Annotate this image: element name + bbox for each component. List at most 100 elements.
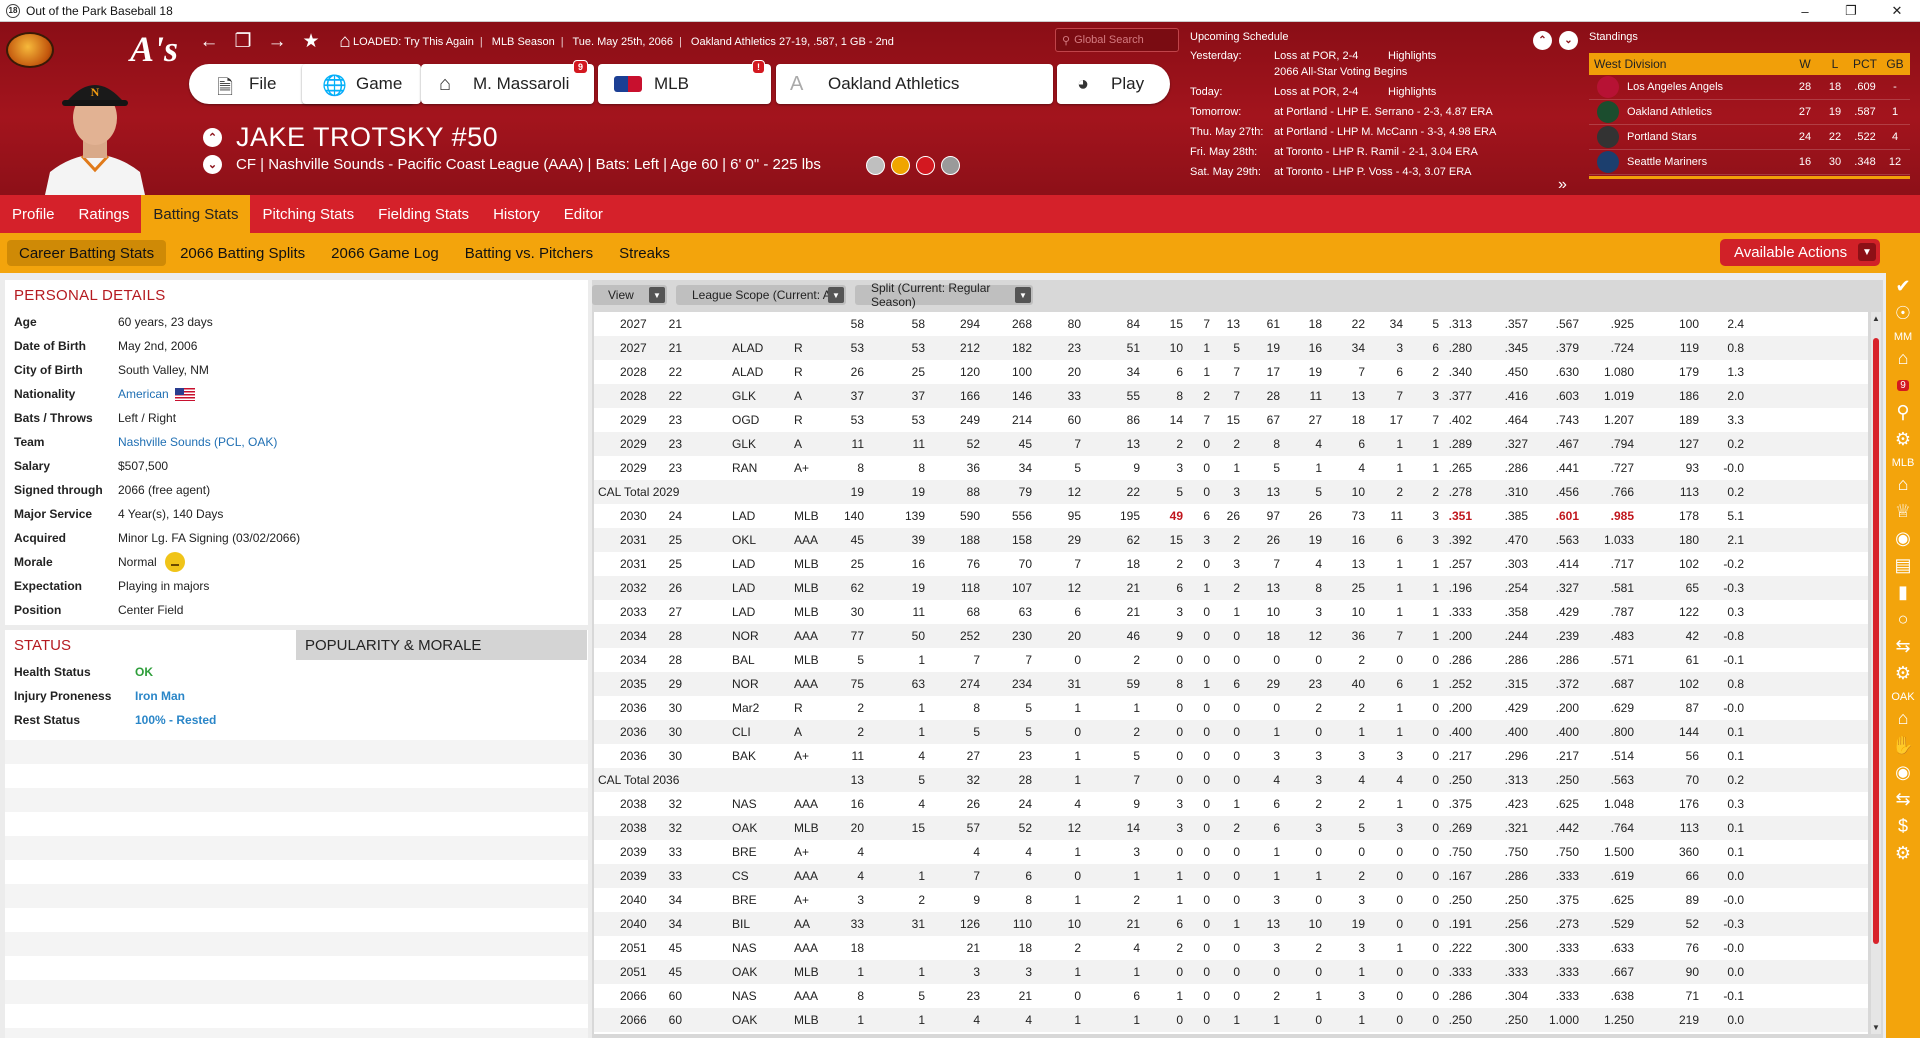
highlights-link[interactable]: Highlights bbox=[1388, 50, 1436, 62]
table-row[interactable]: 2036 30 CLI A 2 1 5 5 0 2 0 0 0 1 0 1 1 0.400.400.400.800… bbox=[594, 720, 1868, 744]
mlb-button[interactable]: MLB ! bbox=[598, 60, 771, 104]
table-row[interactable]: 2030 24 LAD MLB 140 139 590 556 95 195 49 6 26 97 26 73… bbox=[594, 504, 1868, 528]
standings-row[interactable]: Portland Stars 24 22 .522 4 bbox=[1589, 125, 1910, 150]
play-button[interactable]: ◕ Play bbox=[1057, 64, 1170, 104]
team-name[interactable]: Portland Stars bbox=[1627, 131, 1790, 143]
clock-icon[interactable] bbox=[891, 156, 910, 175]
bat-icon[interactable] bbox=[941, 156, 960, 175]
table-cell[interactable]: BRE bbox=[732, 893, 784, 907]
table-cell[interactable]: CS bbox=[732, 869, 784, 883]
chevron-down-icon[interactable]: ⌄ bbox=[1559, 31, 1578, 50]
table-cell[interactable]: NAS bbox=[732, 941, 784, 955]
table-cell[interactable]: LAD bbox=[732, 581, 784, 595]
double-chevron-icon[interactable]: » bbox=[1558, 176, 1567, 194]
table-row[interactable]: 2031 25 OKL AAA 45 39 188 158 29 62 15 3 2 26 19 16 6 3.3… bbox=[594, 528, 1868, 552]
back-arrow-icon[interactable]: ← bbox=[198, 31, 220, 53]
home-icon[interactable]: ⌂ bbox=[1886, 471, 1920, 498]
table-row[interactable]: 2028 22 ALAD R 26 25 120 100 20 34 6 1 7 17 19 7 6 2.340.… bbox=[594, 360, 1868, 384]
tab-fielding-stats[interactable]: Fielding Stats bbox=[366, 195, 481, 233]
bar-chart-icon[interactable]: ▮ bbox=[1886, 579, 1920, 606]
search-icon[interactable]: ⚲ bbox=[1886, 399, 1920, 426]
filter-split-dropdown[interactable]: Split (Current: Regular Season) ▼ bbox=[855, 281, 1033, 309]
table-row[interactable]: 2038 32 OAK MLB 20 15 57 52 12 14 3 0 2 6 3 5 3 0.269.321… bbox=[594, 816, 1868, 840]
table-cell[interactable]: OAK bbox=[732, 965, 784, 979]
detail-value[interactable]: American bbox=[118, 387, 169, 401]
subtab-streaks[interactable]: Streaks bbox=[607, 240, 682, 266]
table-cell[interactable]: OAK bbox=[732, 1013, 784, 1027]
table-row[interactable]: 2039 33 CS AAA 4 1 7 6 0 1 1 0 0 1 1 2 0 0.167.286.333.61… bbox=[594, 864, 1868, 888]
home-icon[interactable]: ⌂ bbox=[1886, 705, 1920, 732]
athletics-logo[interactable]: A's bbox=[130, 28, 178, 70]
table-cell[interactable]: ALAD bbox=[732, 341, 784, 355]
copy-icon[interactable]: ❐ bbox=[232, 30, 254, 53]
transfer-icon[interactable]: ⇆ bbox=[1886, 786, 1920, 813]
subtab-2066-batting-splits[interactable]: 2066 Batting Splits bbox=[168, 240, 317, 266]
subtab-2066-game-log[interactable]: 2066 Game Log bbox=[319, 240, 451, 266]
table-cell[interactable]: RAN bbox=[732, 461, 784, 475]
scroll-up-icon[interactable]: ▲ bbox=[1872, 314, 1880, 323]
table-cell[interactable]: OGD bbox=[732, 413, 784, 427]
table-row[interactable]: 2029 23 RAN A+ 8 8 36 34 5 9 3 0 1 5 1 4 1 1.265.286.441.… bbox=[594, 456, 1868, 480]
table-row[interactable]: 2039 33 BRE A+ 4 4 4 1 3 0 0 0 1 0 0 0 0.750.750.750 1.50… bbox=[594, 840, 1868, 864]
table-cell[interactable]: NAS bbox=[732, 989, 784, 1003]
table-row[interactable]: 2029 23 GLK A 11 11 52 45 7 13 2 0 2 8 4 6 1 1.289.327.46… bbox=[594, 432, 1868, 456]
tab-profile[interactable]: Profile bbox=[0, 195, 67, 233]
table-row[interactable]: 2036 30 Mar2 R 2 1 8 5 1 1 0 0 0 0 2 2 1 0.200.429.200.62… bbox=[594, 696, 1868, 720]
total-row[interactable]: CAL Total 2036 13 5 32 28 1 7 0 0 0 4 3 4 4 0 .250 .313.… bbox=[594, 768, 1868, 792]
available-actions-button[interactable]: Available Actions ▼ bbox=[1720, 239, 1880, 266]
subtab-batting-vs-pitchers[interactable]: Batting vs. Pitchers bbox=[453, 240, 605, 266]
gear-icon[interactable]: ⚙ bbox=[1886, 840, 1920, 867]
table-cell[interactable]: ALAD bbox=[732, 365, 784, 379]
star-icon[interactable]: ★ bbox=[300, 30, 322, 53]
forward-arrow-icon[interactable]: → bbox=[266, 31, 288, 53]
tab-editor[interactable]: Editor bbox=[552, 195, 615, 233]
table-row[interactable]: 2034 28 NOR AAA 77 50 252 230 20 46 9 0 0 18 12 36 7 1.20… bbox=[594, 624, 1868, 648]
subtab-career-batting-stats[interactable]: Career Batting Stats bbox=[7, 240, 167, 266]
team-name[interactable]: Oakland Athletics bbox=[1627, 106, 1790, 118]
filter-view-dropdown[interactable]: View ▼ bbox=[592, 285, 667, 305]
global-search-input[interactable]: ⚲ Global Search bbox=[1055, 28, 1179, 52]
table-cell[interactable]: NOR bbox=[732, 677, 784, 691]
table-cell[interactable]: GLK bbox=[732, 437, 784, 451]
table-row[interactable]: 2040 34 BIL AA 33 31 126 110 10 21 6 0 1 13 10 19 0 0.191… bbox=[594, 912, 1868, 936]
table-row[interactable]: 2028 22 GLK A 37 37 166 146 33 55 8 2 7 28 11 13 7 3.377.… bbox=[594, 384, 1868, 408]
filter-league-scope-dropdown[interactable]: League Scope (Current: All) ▼ bbox=[676, 285, 846, 305]
eye-icon[interactable]: ◉ bbox=[1886, 759, 1920, 786]
table-row[interactable]: 2033 27 LAD MLB 30 11 68 63 6 21 3 0 1 10 3 10 1 1.333.35… bbox=[594, 600, 1868, 624]
table-cell[interactable]: Mar2 bbox=[732, 701, 784, 715]
highlights-link[interactable]: Highlights bbox=[1388, 86, 1436, 98]
chat-icon[interactable]: ○ bbox=[1886, 606, 1920, 633]
eye-icon[interactable]: ◉ bbox=[1886, 525, 1920, 552]
scrollbar-thumb[interactable] bbox=[1873, 338, 1879, 944]
news-icon[interactable]: ▤ bbox=[1886, 552, 1920, 579]
team-name[interactable]: Los Angeles Angels bbox=[1627, 81, 1790, 93]
tab-popularity-morale[interactable]: POPULARITY & MORALE bbox=[296, 630, 587, 660]
detail-value[interactable]: Nashville Sounds (PCL, OAK) bbox=[118, 435, 277, 449]
table-cell[interactable]: NOR bbox=[732, 629, 784, 643]
minimize-icon[interactable]: – bbox=[1782, 0, 1828, 22]
table-row[interactable]: 2036 30 BAK A+ 11 4 27 23 1 5 0 0 0 3 3 3 3 0.217.296.217… bbox=[594, 744, 1868, 768]
table-row[interactable]: 2029 23 OGD R 53 53 249 214 60 86 14 7 15 67 27 18 17 7.4… bbox=[594, 408, 1868, 432]
table-row[interactable]: 2027 21 58 58 294 268 80 84 15 7 13 61 18 22 34 5.313.3… bbox=[594, 312, 1868, 336]
tab-status[interactable]: STATUS bbox=[5, 630, 296, 660]
table-row[interactable]: 2027 21 ALAD R 53 53 212 182 23 51 10 1 5 19 16 34 3 6.28… bbox=[594, 336, 1868, 360]
dollar-icon[interactable]: $ bbox=[1886, 813, 1920, 840]
table-row[interactable]: 2066 60 NAS AAA 8 5 23 21 0 6 1 0 0 2 1 3 0 0.286.304.333… bbox=[594, 984, 1868, 1008]
team-name[interactable]: Seattle Mariners bbox=[1627, 156, 1790, 168]
total-row[interactable]: CAL Total 2029 19 19 88 79 12 22 5 0 3 13 5 10 2 2.278… bbox=[594, 480, 1868, 504]
baseball-icon[interactable] bbox=[866, 156, 885, 175]
chevron-down-icon[interactable]: ⌄ bbox=[203, 155, 222, 174]
hand-icon[interactable]: ✋ bbox=[1886, 732, 1920, 759]
table-cell[interactable]: BAK bbox=[732, 749, 784, 763]
standings-row[interactable]: Los Angeles Angels 28 18 .609 - bbox=[1589, 75, 1910, 100]
tab-batting-stats[interactable]: Batting Stats bbox=[141, 195, 251, 233]
table-row[interactable]: 2051 45 OAK MLB 1 1 3 3 1 1 0 0 0 0 0 1 0 0.333.333.333.6… bbox=[594, 960, 1868, 984]
standings-row[interactable]: Oakland Athletics 27 19 .587 1 bbox=[1589, 100, 1910, 125]
table-row[interactable]: 2032 26 LAD MLB 62 19 118 107 12 21 6 1 2 13 8 25 1 1.196… bbox=[594, 576, 1868, 600]
table-cell[interactable]: BRE bbox=[732, 845, 784, 859]
table-cell[interactable]: NAS bbox=[732, 797, 784, 811]
table-cell[interactable]: LAD bbox=[732, 605, 784, 619]
tab-ratings[interactable]: Ratings bbox=[67, 195, 142, 233]
table-cell[interactable]: BIL bbox=[732, 917, 784, 931]
table-row[interactable]: 2031 25 LAD MLB 25 16 76 70 7 18 2 0 3 7 4 13 1 1.257.303… bbox=[594, 552, 1868, 576]
